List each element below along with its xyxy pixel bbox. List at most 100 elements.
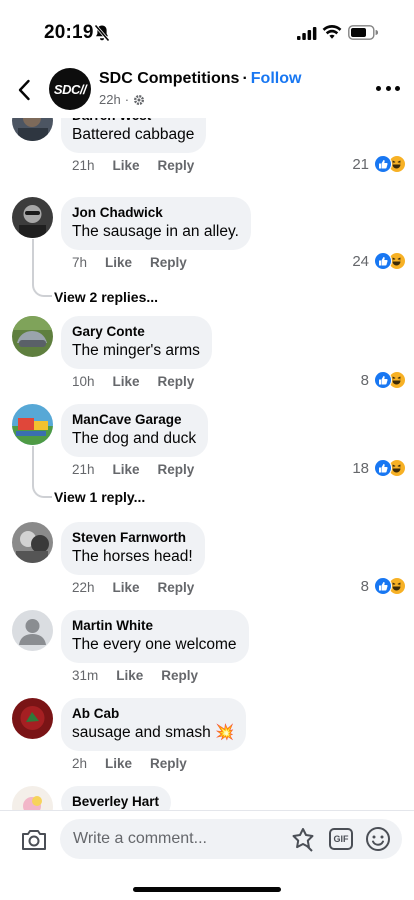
comment-bubble[interactable]: Steven Farnworth The horses head! <box>61 522 205 575</box>
comment-bubble[interactable]: Ab Cab sausage and smash 💥 <box>61 698 247 751</box>
page-name[interactable]: SDC Competitions <box>99 70 239 87</box>
comment-actions: 2h Like Reply <box>72 756 187 771</box>
reaction-icons <box>374 459 406 477</box>
comment-time: 22h <box>72 580 95 595</box>
reply-button[interactable]: Reply <box>150 756 187 771</box>
reply-button[interactable]: Reply <box>161 668 198 683</box>
comment-actions: 22h Like Reply <box>72 580 194 595</box>
reaction-count: 8 <box>360 371 369 389</box>
avatar[interactable] <box>12 698 53 739</box>
profile-photo <box>12 698 53 739</box>
comment-author[interactable]: Ab Cab <box>72 705 234 723</box>
comment-text: Battered cabbage <box>72 126 195 143</box>
like-button[interactable]: Like <box>116 668 143 683</box>
reply-button[interactable]: Reply <box>158 462 195 477</box>
reaction-summary[interactable]: 8 <box>361 371 406 389</box>
comment-actions: 21h Like Reply <box>72 158 194 173</box>
comment-author[interactable]: Jon Chadwick <box>72 204 239 222</box>
comment-time: 31m <box>72 668 99 683</box>
dot <box>395 85 400 91</box>
reaction-count: 8 <box>360 577 369 595</box>
gear-icon <box>134 94 145 105</box>
like-reaction-icon <box>374 459 392 477</box>
comment-author[interactable]: ManCave Garage <box>72 411 196 429</box>
comment-bubble[interactable]: Gary Conte The minger's arms <box>61 316 212 369</box>
like-reaction-icon <box>374 371 392 389</box>
reply-thread-line <box>32 446 52 498</box>
like-button[interactable]: Like <box>113 580 140 595</box>
comment-actions: 31m Like Reply <box>72 668 198 683</box>
cellular-signal-icon <box>297 27 317 40</box>
post-meta: 22h · <box>99 92 145 107</box>
follow-button[interactable]: Follow <box>251 70 302 87</box>
profile-photo <box>12 197 53 238</box>
avatar[interactable] <box>12 522 53 563</box>
profile-photo <box>12 522 53 563</box>
view-replies-link[interactable]: View 1 reply... <box>54 489 145 505</box>
wifi-icon <box>322 25 342 39</box>
avatar[interactable] <box>12 316 53 357</box>
sticker-icon[interactable] <box>290 827 316 853</box>
dot <box>376 85 381 91</box>
reply-button[interactable]: Reply <box>158 158 195 173</box>
comment-text: The horses head! <box>72 548 193 565</box>
reaction-icons <box>374 371 406 389</box>
reaction-summary[interactable]: 21 <box>352 155 406 173</box>
comment-author[interactable]: Martin White <box>72 617 237 635</box>
comment-bubble[interactable]: ManCave Garage The dog and duck <box>61 404 209 457</box>
comment-time: 21h <box>72 158 95 173</box>
like-button[interactable]: Like <box>105 756 132 771</box>
reaction-summary[interactable]: 24 <box>352 252 406 270</box>
comment-author[interactable]: Steven Farnworth <box>72 529 193 547</box>
page-avatar[interactable]: SDC// <box>49 68 91 110</box>
avatar[interactable] <box>12 197 53 238</box>
comment-text: The every one welcome <box>72 636 237 653</box>
view-replies-link[interactable]: View 2 replies... <box>54 289 158 305</box>
like-reaction-icon <box>374 155 392 173</box>
comment-time: 10h <box>72 374 95 389</box>
comment-time: 21h <box>72 462 95 477</box>
avatar[interactable] <box>12 610 53 651</box>
like-button[interactable]: Like <box>113 462 140 477</box>
page-name-row: SDC Competitions · Follow <box>99 70 301 88</box>
like-reaction-icon <box>374 252 392 270</box>
comment-text: The dog and duck <box>72 430 197 447</box>
comment-text: The minger's arms <box>72 342 200 359</box>
reply-button[interactable]: Reply <box>158 374 195 389</box>
like-button[interactable]: Like <box>113 374 140 389</box>
reply-button[interactable]: Reply <box>150 255 187 270</box>
reaction-summary[interactable]: 18 <box>352 459 406 477</box>
reaction-summary[interactable]: 8 <box>361 577 406 595</box>
default-avatar-icon <box>12 610 53 651</box>
gif-button[interactable]: GIF <box>329 828 353 850</box>
bell-off-icon <box>94 24 110 42</box>
avatar[interactable] <box>12 786 53 810</box>
like-button[interactable]: Like <box>105 255 132 270</box>
comment-author[interactable]: Gary Conte <box>72 323 200 341</box>
dot <box>385 85 391 91</box>
comment-author[interactable]: Beverley Hart <box>72 793 159 810</box>
more-options-button[interactable] <box>376 78 400 98</box>
logo-stripe: // <box>79 81 87 97</box>
comment-actions: 10h Like Reply <box>72 374 194 389</box>
emoji-icon[interactable] <box>365 826 391 852</box>
avatar[interactable] <box>12 404 53 445</box>
camera-icon[interactable] <box>20 827 48 853</box>
reaction-icons <box>374 252 406 270</box>
reaction-icons <box>374 577 406 595</box>
profile-photo <box>12 786 53 810</box>
chevron-left-icon <box>18 79 30 101</box>
reply-button[interactable]: Reply <box>158 580 195 595</box>
comment-text: sausage and smash 💥 <box>72 724 235 741</box>
comment-bubble[interactable]: Beverley Hart <box>61 786 172 810</box>
battery-icon <box>348 25 378 40</box>
comment-bubble[interactable]: Martin White The every one welcome <box>61 610 249 663</box>
comment-actions: 21h Like Reply <box>72 462 194 477</box>
dot-separator: · <box>124 92 130 107</box>
back-button[interactable] <box>10 74 38 106</box>
comment-bubble[interactable]: Jon Chadwick The sausage in an alley. <box>61 197 251 250</box>
like-button[interactable]: Like <box>113 158 140 173</box>
reaction-icons <box>374 155 406 173</box>
reaction-count: 21 <box>352 155 369 173</box>
status-time: 20:19 <box>44 22 94 43</box>
